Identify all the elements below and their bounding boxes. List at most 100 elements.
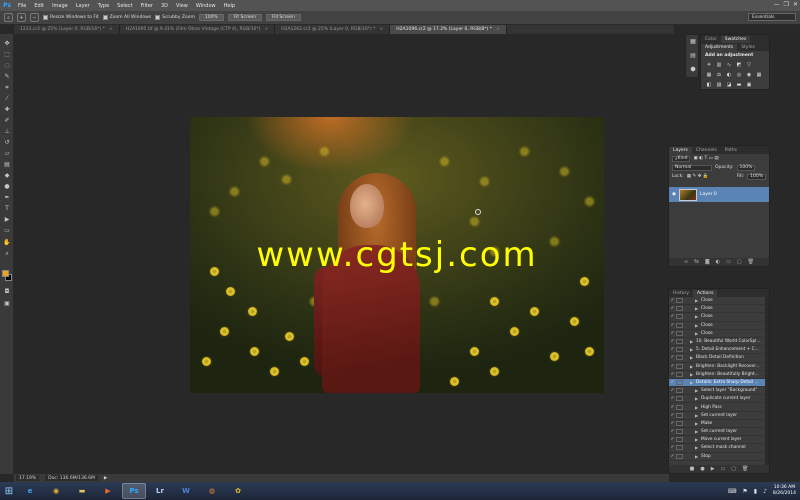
new-layer-icon[interactable]: ▢ [737, 259, 742, 265]
dialog-toggle-icon[interactable] [676, 396, 683, 402]
close-tab-icon[interactable]: × [109, 27, 113, 32]
dialog-toggle-icon[interactable] [676, 322, 683, 328]
volume-icon[interactable]: ♪ [763, 488, 767, 495]
taskbar-explorer-icon[interactable]: ▬ [70, 483, 94, 499]
100-percent-button[interactable]: 100% [198, 14, 224, 21]
vibrance-icon[interactable]: ▽ [746, 62, 752, 68]
network-icon[interactable]: ▮ [754, 488, 757, 495]
dialog-toggle-icon[interactable] [676, 388, 683, 394]
checkmark-icon[interactable]: ✓ [669, 421, 676, 426]
checkmark-icon[interactable]: ✓ [669, 339, 676, 344]
3d-panel-icon[interactable]: ⬢ [689, 66, 697, 74]
actions-scrollbar[interactable] [765, 297, 769, 465]
action-item[interactable]: ✓ ▶ Black Detail Definition [669, 354, 769, 363]
close-button[interactable]: ✕ [793, 1, 798, 8]
checkmark-icon[interactable]: ✓ [669, 413, 676, 418]
document-image[interactable]: www.cgtsj.com [190, 117, 604, 393]
document-tab[interactable]: H2A1262.cr2 @ 25% (Layer 0, RGB/16*) * × [275, 25, 391, 34]
tab-channels[interactable]: Channels [692, 147, 721, 154]
menu-select[interactable]: Select [113, 3, 136, 9]
taskbar-photoshop-icon[interactable]: Ps [122, 483, 146, 499]
checkmark-icon[interactable]: ✓ [669, 380, 676, 385]
taskbar-firefox-icon[interactable]: ◍ [200, 483, 224, 499]
record-icon[interactable]: ● [700, 466, 704, 472]
move-tool-icon[interactable]: ✥ [3, 40, 11, 48]
new-group-icon[interactable]: ▭ [726, 259, 731, 265]
checkmark-icon[interactable]: ✓ [669, 364, 676, 369]
crop-tool-icon[interactable]: ⌗ [3, 84, 11, 92]
new-action-icon[interactable]: ▢ [731, 466, 736, 472]
curves-icon[interactable]: ∿ [726, 62, 732, 68]
workspace-switcher[interactable]: Essentials [748, 13, 796, 21]
delete-action-icon[interactable]: 🗑 [742, 466, 748, 472]
color-balance-icon[interactable]: ⚖ [716, 72, 722, 78]
action-item[interactable]: ✓ ▶ Select layer "Background" [669, 387, 769, 396]
tab-paths[interactable]: Paths [721, 147, 741, 154]
menu-filter[interactable]: Filter [137, 3, 157, 9]
delete-layer-icon[interactable]: 🗑 [748, 259, 754, 265]
tab-color[interactable]: Color [701, 36, 721, 43]
action-item[interactable]: ✓ ▶ High Pass [669, 403, 769, 412]
selective-color-icon[interactable]: ▣ [746, 82, 752, 88]
canvas-area[interactable]: www.cgtsj.com [14, 34, 669, 474]
lock-icons[interactable]: ▦ ✎ ✥ 🔒 [687, 174, 709, 179]
levels-icon[interactable]: ▥ [716, 62, 722, 68]
close-tab-icon[interactable]: × [380, 27, 384, 32]
action-item[interactable]: ✓ ▶ Close [669, 322, 769, 330]
checkmark-icon[interactable]: ✓ [669, 454, 676, 459]
layer-row[interactable]: ◉ Layer 0 [669, 187, 769, 202]
fill-field[interactable]: 100% [747, 173, 766, 180]
dialog-toggle-icon[interactable] [676, 420, 683, 426]
menu-help[interactable]: Help [220, 3, 239, 9]
dialog-toggle-icon[interactable] [676, 363, 683, 369]
menu-image[interactable]: Image [48, 3, 72, 9]
new-set-icon[interactable]: ▭ [721, 466, 726, 472]
tab-layers[interactable]: Layers [669, 147, 692, 154]
checkmark-icon[interactable]: ✓ [669, 396, 676, 401]
layer-name[interactable]: Layer 0 [700, 192, 717, 197]
action-item[interactable]: ✓ ▶ Move current layer [669, 436, 769, 445]
dialog-toggle-icon[interactable] [676, 314, 683, 320]
play-icon[interactable]: ▶ [711, 466, 715, 472]
dialog-toggle-icon[interactable] [676, 453, 683, 459]
quick-mask-icon[interactable]: ◘ [3, 288, 11, 296]
menu-file[interactable]: File [14, 3, 30, 9]
healing-brush-tool-icon[interactable]: ✚ [3, 106, 11, 114]
menu-edit[interactable]: Edit [30, 3, 48, 9]
blend-mode-select[interactable]: Normal [672, 164, 712, 171]
dialog-toggle-icon[interactable] [676, 437, 683, 443]
taskbar-misc-icon[interactable]: ✿ [226, 483, 250, 499]
threshold-icon[interactable]: ◪ [726, 82, 732, 88]
checkmark-icon[interactable]: ✓ [669, 314, 676, 319]
visibility-eye-icon[interactable]: ◉ [672, 192, 676, 197]
document-tab[interactable]: H2A1096.cr2 @ 17.2% (Layer 0, RGB/8*) * × [390, 25, 507, 34]
menu-type[interactable]: Type [94, 3, 113, 9]
quick-select-tool-icon[interactable]: ✎ [3, 73, 11, 81]
dialog-toggle-icon[interactable] [676, 412, 683, 418]
taskbar-chrome-icon[interactable]: ◉ [44, 483, 68, 499]
filter-icons[interactable]: ▣ ◐ T ▭ ▤ [693, 156, 718, 161]
link-layers-icon[interactable]: ∞ [684, 259, 688, 265]
invert-icon[interactable]: ◧ [706, 82, 712, 88]
action-item[interactable]: ✓ ▶ Make [669, 420, 769, 428]
tab-swatches[interactable]: Swatches [720, 36, 751, 43]
menu-view[interactable]: View [172, 3, 192, 9]
checkmark-icon[interactable]: ✓ [669, 331, 676, 336]
gradient-tool-icon[interactable]: ▤ [3, 161, 11, 169]
kind-filter-select[interactable]: ⌕ Kind [672, 155, 691, 162]
dialog-toggle-icon[interactable] [676, 355, 683, 361]
tab-styles[interactable]: Styles [737, 44, 759, 51]
opacity-field[interactable]: 100% [736, 164, 756, 171]
dialog-toggle-icon[interactable] [676, 379, 683, 385]
zoom-level[interactable]: 17.19% [16, 475, 40, 481]
action-item[interactable]: ✓ ▶ Select mask channel [669, 444, 769, 453]
stop-icon[interactable]: ■ [690, 466, 695, 472]
lasso-tool-icon[interactable]: ◌ [3, 62, 11, 70]
hand-tool-icon[interactable]: ✋ [3, 239, 11, 247]
menu-window[interactable]: Window [192, 3, 220, 9]
taskbar-ie-icon[interactable]: e [18, 483, 42, 499]
clone-stamp-tool-icon[interactable]: ⊥ [3, 128, 11, 136]
checkmark-icon[interactable]: ✓ [669, 429, 676, 434]
close-tab-icon[interactable]: × [264, 27, 268, 32]
pen-tool-icon[interactable]: ✒ [3, 194, 11, 202]
